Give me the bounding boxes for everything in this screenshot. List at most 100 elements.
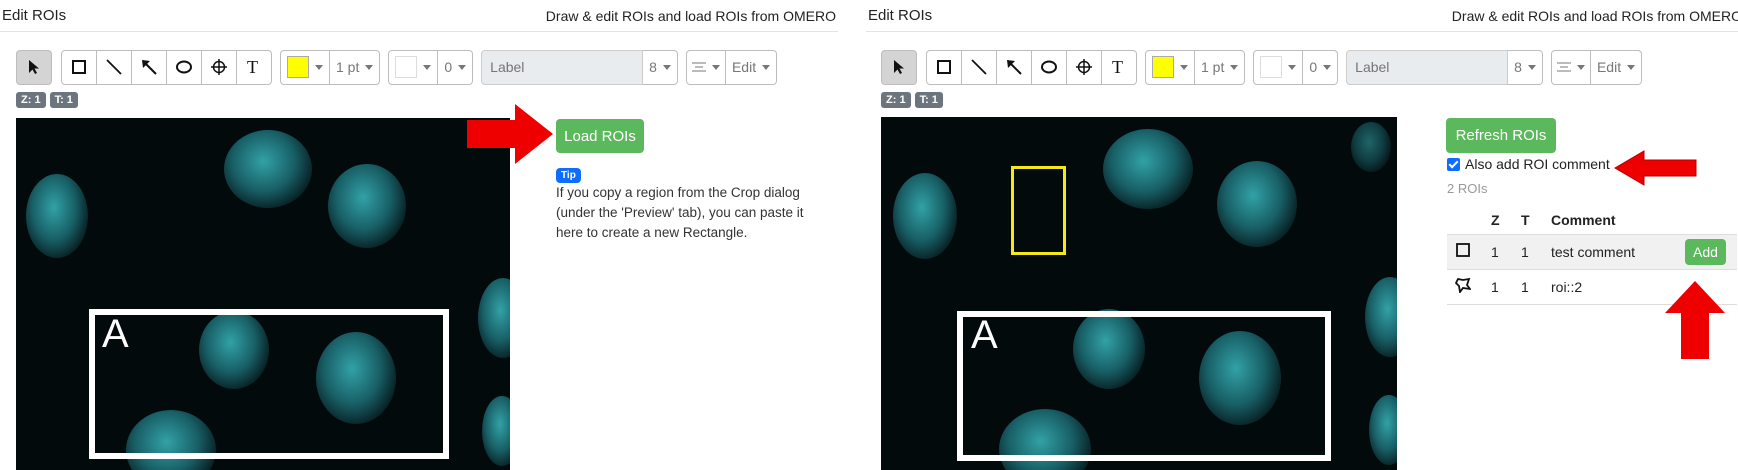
rectangle-icon bbox=[1456, 243, 1470, 257]
rectangle-icon bbox=[937, 60, 951, 74]
table-header-icon bbox=[1447, 206, 1483, 235]
fill-opacity-select[interactable]: 0 bbox=[438, 49, 474, 85]
line-icon bbox=[106, 59, 122, 75]
edit-value: Edit bbox=[731, 59, 757, 75]
point-tool-button[interactable] bbox=[1066, 49, 1102, 85]
add-comment-button[interactable]: Add bbox=[1685, 238, 1726, 265]
red-arrow-up-icon bbox=[1665, 281, 1725, 359]
ellipse-tool-button[interactable] bbox=[1031, 49, 1067, 85]
align-button[interactable] bbox=[1550, 49, 1591, 85]
fill-opacity-value: 0 bbox=[444, 59, 453, 75]
text-tool-button[interactable]: T bbox=[236, 49, 272, 85]
add-comment-checkbox[interactable] bbox=[1447, 157, 1460, 171]
arrow-tool-button[interactable] bbox=[131, 49, 167, 85]
rectangle-icon bbox=[72, 60, 86, 74]
rectangle-roi[interactable] bbox=[957, 311, 1331, 461]
stroke-width-select[interactable]: 1 pt bbox=[1195, 49, 1246, 85]
left-panel: Edit ROIs Draw & edit ROIs and load ROIs… bbox=[0, 0, 838, 470]
fill-opacity-value: 0 bbox=[1309, 59, 1318, 75]
align-icon bbox=[1556, 62, 1571, 72]
svg-text:T: T bbox=[1112, 58, 1123, 76]
chevron-down-icon bbox=[711, 64, 720, 70]
image-viewer[interactable]: A bbox=[881, 117, 1397, 470]
chevron-down-icon bbox=[1288, 64, 1297, 70]
page-title: Edit ROIs bbox=[868, 7, 933, 24]
polygon-icon bbox=[1454, 277, 1473, 295]
ellipse-icon bbox=[176, 60, 192, 74]
ellipse-tool-button[interactable] bbox=[166, 49, 202, 85]
chevron-down-icon bbox=[762, 64, 771, 70]
t-badge: T: 1 bbox=[49, 92, 78, 108]
z-badge: Z: 1 bbox=[16, 92, 46, 108]
stroke-color-picker[interactable] bbox=[280, 49, 330, 85]
point-tool-button[interactable] bbox=[201, 49, 237, 85]
tip-badge: Tip bbox=[556, 168, 581, 183]
fill-color-swatch bbox=[1260, 56, 1283, 78]
font-size-value: 8 bbox=[1514, 59, 1522, 75]
font-size-select[interactable]: 8 bbox=[643, 49, 678, 85]
roi-count: 2 ROIs bbox=[1447, 181, 1488, 196]
zt-badges: Z: 1 T: 1 bbox=[16, 92, 78, 108]
page-subtitle: Draw & edit ROIs and load ROIs from OMER… bbox=[545, 8, 836, 24]
line-tool-button[interactable] bbox=[961, 49, 997, 85]
arrow-tool-button[interactable] bbox=[996, 49, 1032, 85]
stroke-color-picker[interactable] bbox=[1145, 49, 1195, 85]
page-subtitle: Draw & edit ROIs and load ROIs from OMER… bbox=[1451, 8, 1738, 24]
rectangle-roi-yellow[interactable] bbox=[1011, 166, 1066, 255]
rectangle-tool-button[interactable] bbox=[61, 49, 97, 85]
text-icon: T bbox=[1112, 58, 1123, 76]
t-badge: T: 1 bbox=[914, 92, 943, 108]
stroke-width-select[interactable]: 1 pt bbox=[330, 49, 381, 85]
fill-color-picker[interactable] bbox=[1253, 49, 1304, 85]
arrow-icon bbox=[142, 60, 157, 75]
red-arrow-left-icon bbox=[1614, 150, 1697, 186]
edit-select[interactable]: Edit bbox=[725, 49, 778, 85]
font-size-select[interactable]: 8 bbox=[1508, 49, 1543, 85]
stroke-width-value: 1 pt bbox=[336, 59, 360, 75]
align-button[interactable] bbox=[685, 49, 726, 85]
chevron-down-icon bbox=[1576, 64, 1585, 70]
crosshair-icon bbox=[1076, 59, 1092, 75]
row-z: 1 bbox=[1483, 269, 1513, 305]
chevron-down-icon bbox=[1230, 64, 1239, 70]
fill-color-swatch bbox=[395, 56, 418, 78]
ellipse-icon bbox=[1041, 60, 1057, 74]
chevron-down-icon bbox=[315, 64, 323, 70]
pointer-icon bbox=[894, 60, 904, 74]
select-tool-button[interactable] bbox=[16, 49, 52, 85]
chevron-down-icon bbox=[458, 64, 467, 70]
roi-label: A bbox=[971, 313, 998, 357]
edit-value: Edit bbox=[1596, 59, 1622, 75]
label-input[interactable] bbox=[481, 49, 644, 85]
zt-badges: Z: 1 T: 1 bbox=[881, 92, 943, 108]
header: Edit ROIs Draw & edit ROIs and load ROIs… bbox=[866, 0, 1738, 32]
table-row[interactable]: 1 1 test comment Add bbox=[1447, 234, 1737, 270]
fill-color-picker[interactable] bbox=[388, 49, 439, 85]
label-input[interactable] bbox=[1346, 49, 1509, 85]
chevron-down-icon bbox=[1627, 64, 1636, 70]
fill-opacity-select[interactable]: 0 bbox=[1303, 49, 1339, 85]
refresh-rois-button[interactable]: Refresh ROIs bbox=[1446, 118, 1556, 153]
add-comment-label: Also add ROI comment bbox=[1465, 156, 1610, 172]
row-t: 1 bbox=[1513, 234, 1543, 270]
load-rois-button[interactable]: Load ROIs bbox=[556, 119, 644, 153]
svg-text:T: T bbox=[247, 58, 258, 76]
select-tool-button[interactable] bbox=[881, 49, 917, 85]
rectangle-roi[interactable] bbox=[89, 309, 449, 459]
font-size-value: 8 bbox=[649, 59, 657, 75]
edit-select[interactable]: Edit bbox=[1590, 49, 1643, 85]
line-tool-button[interactable] bbox=[96, 49, 132, 85]
header: Edit ROIs Draw & edit ROIs and load ROIs… bbox=[0, 0, 838, 32]
row-z: 1 bbox=[1483, 234, 1513, 270]
roi-toolbar: T 1 pt 0 8 Edit bbox=[881, 49, 1643, 85]
chevron-down-icon bbox=[423, 64, 432, 70]
rectangle-tool-button[interactable] bbox=[926, 49, 962, 85]
z-badge: Z: 1 bbox=[881, 92, 911, 108]
table-header-z: Z bbox=[1483, 206, 1513, 235]
text-tool-button[interactable]: T bbox=[1101, 49, 1137, 85]
table-header-t: T bbox=[1513, 206, 1543, 235]
image-viewer[interactable]: A bbox=[16, 118, 510, 470]
chevron-down-icon bbox=[1180, 64, 1188, 70]
add-comment-checkbox-row[interactable]: Also add ROI comment bbox=[1447, 156, 1610, 172]
chevron-down-icon bbox=[662, 64, 671, 70]
